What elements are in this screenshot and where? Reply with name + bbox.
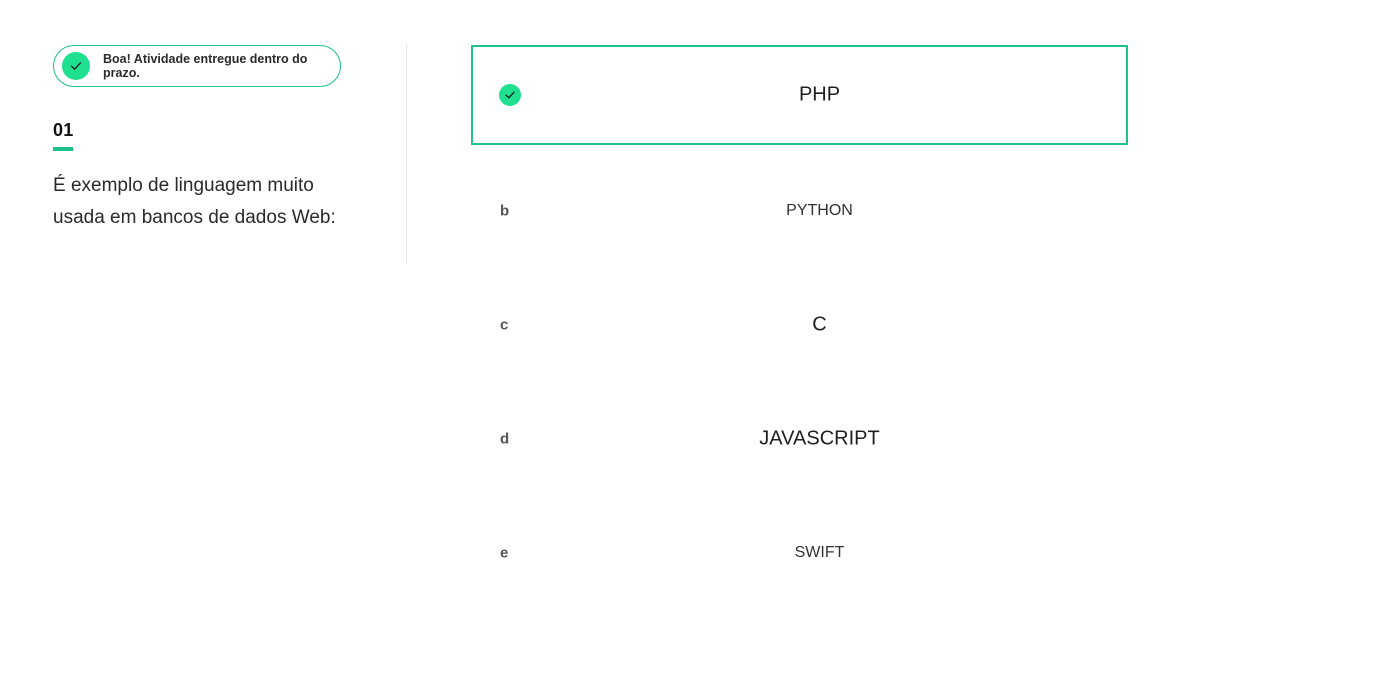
activity-page: Boa! Atividade entregue dentro do prazo.… xyxy=(0,0,1384,683)
status-badge-text: Boa! Atividade entregue dentro do prazo. xyxy=(103,52,308,80)
question-number-underline xyxy=(53,147,73,151)
option-e-label: SWIFT xyxy=(794,544,845,561)
status-badge: Boa! Atividade entregue dentro do prazo. xyxy=(53,45,341,87)
check-icon xyxy=(62,52,90,80)
option-c-label: C xyxy=(812,313,827,336)
option-c[interactable]: c C xyxy=(471,275,1128,375)
option-d[interactable]: d JAVASCRIPT xyxy=(471,389,1128,489)
option-a[interactable]: PHP xyxy=(471,45,1128,145)
option-a-label: PHP xyxy=(798,83,841,106)
question-panel: Boa! Atividade entregue dentro do prazo.… xyxy=(53,45,353,234)
column-divider xyxy=(406,44,407,264)
option-b-label: PYTHON xyxy=(786,202,853,219)
question-text: É exemplo de linguagem muito usada em ba… xyxy=(53,175,336,228)
question-number: 01 xyxy=(53,120,74,140)
option-b[interactable]: b PYTHON xyxy=(471,161,1128,261)
option-e[interactable]: e SWIFT xyxy=(471,503,1128,603)
option-d-label: JAVASCRIPT xyxy=(759,427,880,450)
